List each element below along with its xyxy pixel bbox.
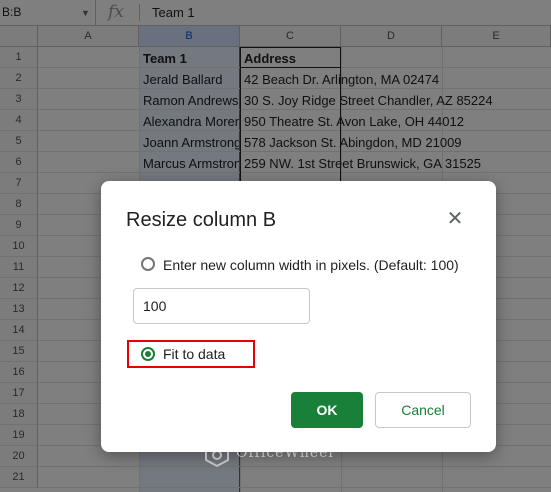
dialog-title: Resize column B	[126, 209, 277, 231]
ok-button[interactable]: OK	[291, 392, 363, 428]
close-icon[interactable]: ✕	[443, 207, 467, 231]
officewheel-logo-icon	[205, 443, 229, 467]
resize-column-dialog: Resize column B ✕ Enter new column width…	[101, 181, 496, 452]
column-width-input[interactable]	[133, 288, 310, 324]
cancel-button[interactable]: Cancel	[375, 392, 471, 428]
watermark-text: OfficeWheel	[236, 445, 334, 461]
radio-pixel-width-label: Enter new column width in pixels. (Defau…	[163, 257, 459, 273]
radio-fit-to-data[interactable]	[141, 347, 155, 361]
watermark: OfficeWheel	[200, 440, 348, 470]
radio-fit-to-data-label: Fit to data	[163, 346, 226, 362]
radio-pixel-width[interactable]	[141, 257, 155, 271]
